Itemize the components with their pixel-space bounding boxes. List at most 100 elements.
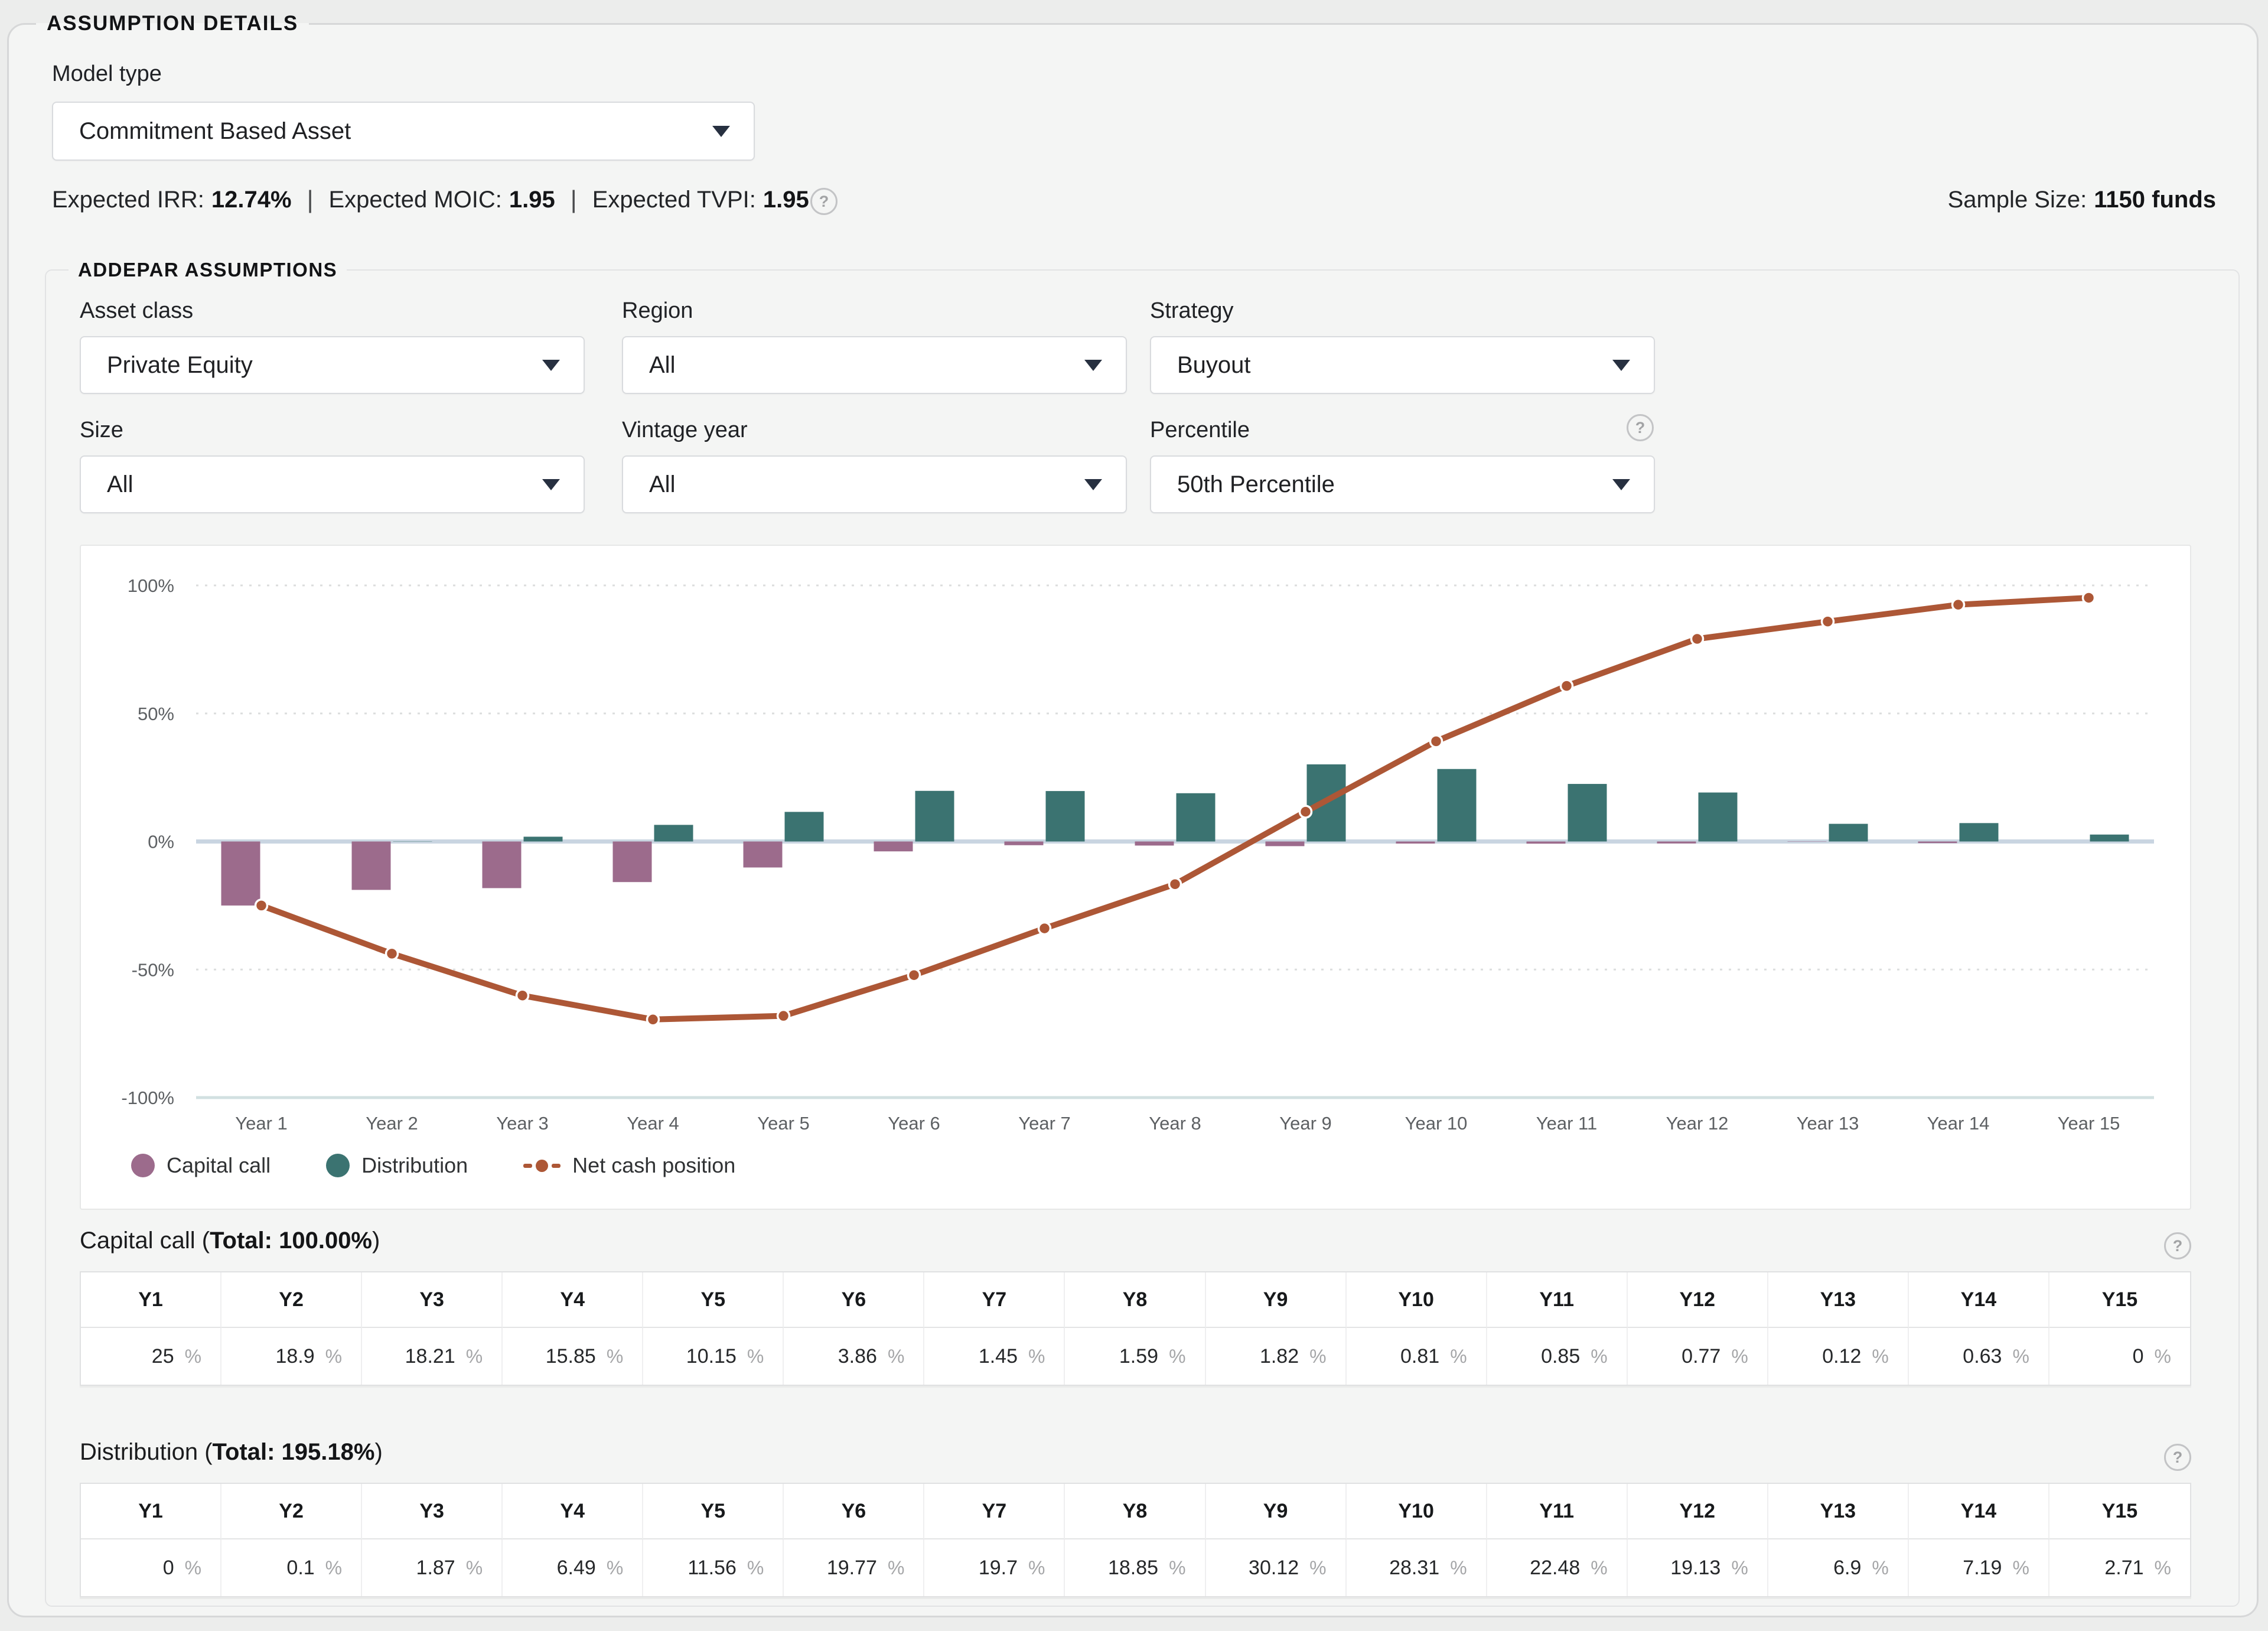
help-icon[interactable]: ?: [1627, 414, 1654, 441]
legend-item-net-cash-position[interactable]: Net cash position: [523, 1153, 735, 1178]
distribution-table-value-y12[interactable]: 19.13%: [1628, 1539, 1768, 1596]
distribution-total: Total: 195.18%: [213, 1439, 375, 1465]
y-tick-label: -50%: [132, 959, 174, 980]
cell-number: 0.12: [1822, 1345, 1861, 1368]
legend-item-capital-call[interactable]: Capital call: [131, 1153, 271, 1178]
distribution-table-value-y10[interactable]: 28.31%: [1347, 1539, 1487, 1596]
cell-percent-unit: %: [2155, 1557, 2171, 1579]
capital-call-bar: [1135, 842, 1174, 846]
filter-size-value: All: [107, 471, 133, 498]
distribution-table-value-y3[interactable]: 1.87%: [362, 1539, 503, 1596]
cell-number: 0.63: [1963, 1345, 2002, 1368]
help-icon[interactable]: ?: [810, 188, 838, 215]
capital-call-table-value-y3[interactable]: 18.21%: [362, 1328, 503, 1385]
cell-percent-unit: %: [888, 1346, 904, 1368]
chevron-down-icon: [712, 126, 730, 137]
cell-number: 19.77: [827, 1557, 877, 1580]
expected-tvpi-value: 1.95: [763, 187, 809, 213]
distribution-table-value-y15[interactable]: 2.71%: [2049, 1539, 2190, 1596]
capital-call-table-value-y11[interactable]: 0.85%: [1487, 1328, 1628, 1385]
capital-call-table-value-y2[interactable]: 18.9%: [221, 1328, 362, 1385]
chevron-down-icon: [1084, 360, 1102, 371]
capital-call-table-value-y8[interactable]: 1.59%: [1065, 1328, 1205, 1385]
net-cash-position-point: [1300, 806, 1312, 818]
distribution-table-header-y6: Y6: [784, 1484, 924, 1539]
y-tick-label: -100%: [121, 1088, 174, 1108]
cell-percent-unit: %: [1872, 1557, 1888, 1579]
distribution-table-value-y13[interactable]: 6.9%: [1768, 1539, 1909, 1596]
cell-number: 18.21: [405, 1345, 455, 1368]
model-type-dropdown[interactable]: Commitment Based Asset: [52, 102, 755, 161]
help-icon[interactable]: ?: [2164, 1444, 2191, 1471]
net-cash-position-point: [256, 900, 268, 911]
distribution-table-value-y7[interactable]: 19.7%: [924, 1539, 1065, 1596]
distribution-table-header-y14: Y14: [1909, 1484, 2049, 1539]
distribution-bar: [1568, 784, 1607, 841]
capital-call-title-text: Capital call (: [80, 1228, 210, 1254]
distribution-table-value-y9[interactable]: 30.12%: [1206, 1539, 1347, 1596]
distribution-table-header-y1: Y1: [81, 1484, 221, 1539]
capital-call-table-value-y5[interactable]: 10.15%: [643, 1328, 784, 1385]
model-type-label: Model type: [52, 61, 162, 87]
distribution-table-value-y8[interactable]: 18.85%: [1065, 1539, 1205, 1596]
x-tick-label: Year 10: [1405, 1113, 1468, 1134]
filter-region-dropdown[interactable]: All: [622, 336, 1127, 394]
distribution-table-title: Distribution (Total: 195.18%): [80, 1439, 383, 1466]
expected-moic-label: Expected MOIC:: [328, 187, 501, 213]
cell-number: 1.59: [1119, 1345, 1158, 1368]
distribution-table-value-y2[interactable]: 0.1%: [221, 1539, 362, 1596]
distribution-table-header-y7: Y7: [924, 1484, 1065, 1539]
sample-size: Sample Size: 1150 funds: [1948, 184, 2216, 215]
capital-call-table-value-y15[interactable]: 0%: [2049, 1328, 2190, 1385]
distribution-table-value-y6[interactable]: 19.77%: [784, 1539, 924, 1596]
cell-number: 22.48: [1530, 1557, 1580, 1580]
legend-item-distribution[interactable]: Distribution: [326, 1153, 468, 1178]
net-cash-position-point: [1692, 633, 1703, 645]
chevron-down-icon: [1612, 360, 1630, 371]
distribution-table-value-y1[interactable]: 0%: [81, 1539, 221, 1596]
x-tick-label: Year 13: [1797, 1113, 1859, 1134]
capital-call-table-value-y12[interactable]: 0.77%: [1628, 1328, 1768, 1385]
capital-call-table-value-y9[interactable]: 1.82%: [1206, 1328, 1347, 1385]
cell-percent-unit: %: [607, 1557, 623, 1579]
filter-strategy-dropdown[interactable]: Buyout: [1150, 336, 1655, 394]
distribution-table-header-y9: Y9: [1206, 1484, 1347, 1539]
distribution-table-header-y3: Y3: [362, 1484, 503, 1539]
filter-percentile-dropdown[interactable]: 50th Percentile: [1150, 455, 1655, 513]
capital-call-table-value-y4[interactable]: 15.85%: [503, 1328, 643, 1385]
cell-percent-unit: %: [1450, 1346, 1467, 1368]
capital-call-table-value-y14[interactable]: 0.63%: [1909, 1328, 2049, 1385]
cell-percent-unit: %: [1591, 1346, 1607, 1368]
capital-call-table-value-y7[interactable]: 1.45%: [924, 1328, 1065, 1385]
net-cash-position-point: [1039, 923, 1051, 935]
capital-call-table-value-y10[interactable]: 0.81%: [1347, 1328, 1487, 1385]
capital-call-bar: [352, 842, 391, 890]
capital-call-table-value-y6[interactable]: 3.86%: [784, 1328, 924, 1385]
x-tick-label: Year 14: [1927, 1113, 1990, 1134]
expected-metrics-row: Expected IRR: 12.74% | Expected MOIC: 1.…: [52, 184, 809, 215]
capital-call-table-value-y1[interactable]: 25%: [81, 1328, 221, 1385]
x-tick-label: Year 15: [2058, 1113, 2120, 1134]
cell-percent-unit: %: [1169, 1557, 1185, 1579]
capital-call-table-header-y3: Y3: [362, 1272, 503, 1328]
distribution-table-value-y11[interactable]: 22.48%: [1487, 1539, 1628, 1596]
capital-call-table-value-y13[interactable]: 0.12%: [1768, 1328, 1909, 1385]
distribution-table: Y1Y2Y3Y4Y5Y6Y7Y8Y9Y10Y11Y12Y13Y14Y150%0.…: [80, 1483, 2191, 1597]
distribution-table-value-y14[interactable]: 7.19%: [1909, 1539, 2049, 1596]
cell-percent-unit: %: [2012, 1346, 2029, 1368]
help-icon[interactable]: ?: [2164, 1232, 2191, 1259]
expected-irr-label: Expected IRR:: [52, 187, 204, 213]
filter-vintage-year-dropdown[interactable]: All: [622, 455, 1127, 513]
distribution-table-header-y8: Y8: [1065, 1484, 1205, 1539]
distribution-table-value-y5[interactable]: 11.56%: [643, 1539, 784, 1596]
cell-number: 0.85: [1541, 1345, 1580, 1368]
distribution-table-header-y4: Y4: [503, 1484, 643, 1539]
distribution-table-header-y11: Y11: [1487, 1484, 1628, 1539]
distribution-table-value-y4[interactable]: 6.49%: [503, 1539, 643, 1596]
cash-flow-chart-panel: 100%50%0%-50%-100%Year 1Year 2Year 3Year…: [80, 545, 2191, 1210]
sample-size-label: Sample Size:: [1948, 187, 2087, 213]
cell-number: 18.85: [1108, 1557, 1158, 1580]
filter-asset-class-dropdown[interactable]: Private Equity: [80, 336, 585, 394]
filter-size-dropdown[interactable]: All: [80, 455, 585, 513]
cell-percent-unit: %: [185, 1557, 201, 1579]
